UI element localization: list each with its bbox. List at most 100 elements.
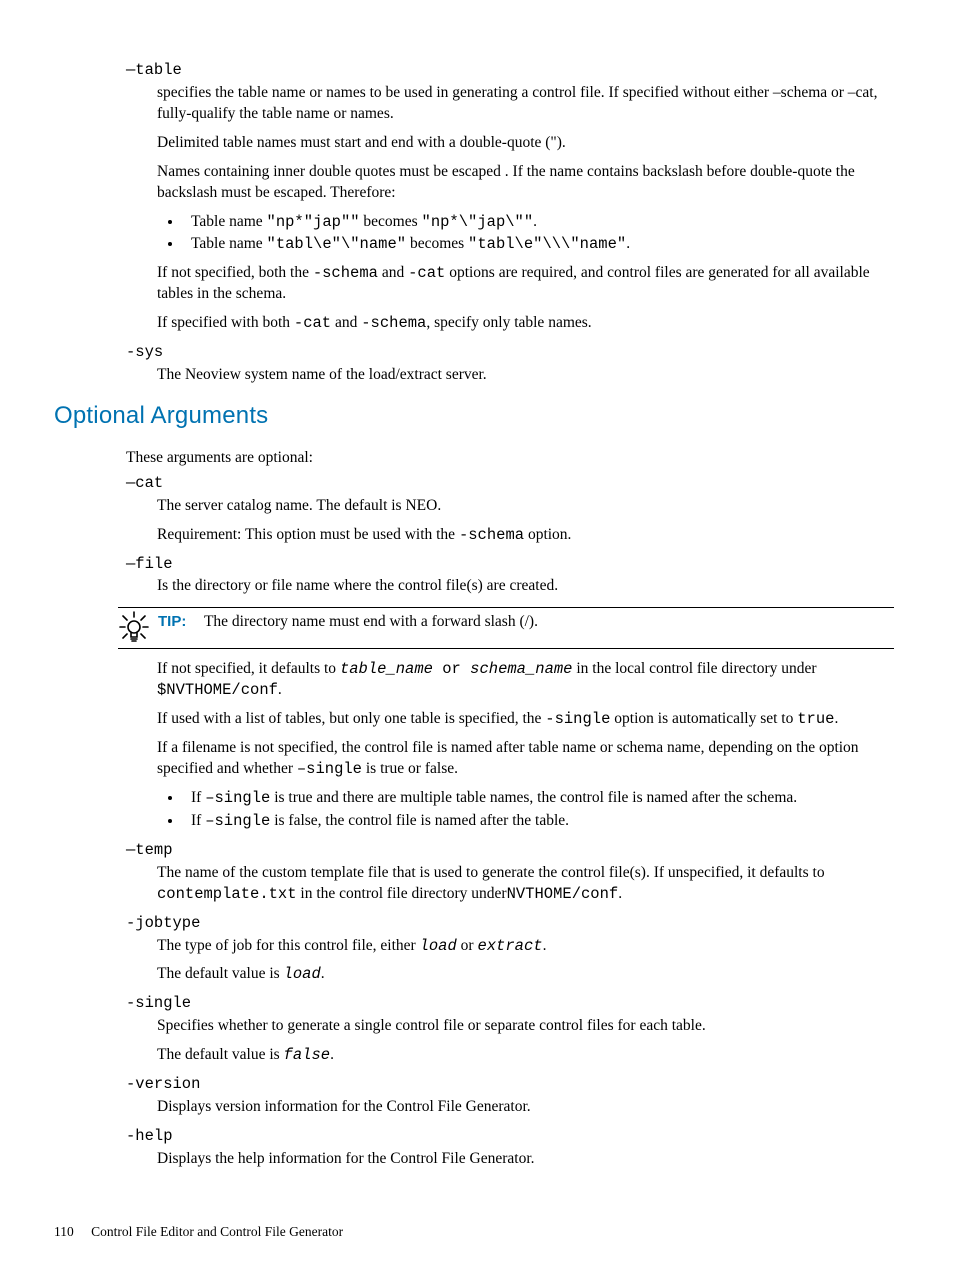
arg-help-desc: Displays the help information for the Co… bbox=[157, 1149, 894, 1170]
list-item: If –single is true and there are multipl… bbox=[183, 788, 894, 809]
code: –single bbox=[205, 812, 270, 830]
code-italic: load bbox=[284, 965, 321, 983]
paragraph: If specified with both -cat and -schema,… bbox=[157, 313, 894, 334]
code-italic: table_name bbox=[340, 660, 433, 678]
paragraph: The server catalog name. The default is … bbox=[157, 496, 894, 517]
text: , specify only table names. bbox=[426, 314, 591, 331]
text: The default value is bbox=[157, 1046, 284, 1063]
text: If bbox=[191, 812, 205, 829]
text: option. bbox=[524, 526, 571, 543]
code: -schema bbox=[313, 264, 378, 282]
paragraph: Is the directory or file name where the … bbox=[157, 576, 894, 597]
code: contemplate.txt bbox=[157, 885, 297, 903]
text: in the control file directory under bbox=[297, 885, 507, 902]
arg-single-name: -single bbox=[126, 993, 894, 1014]
text: Table name bbox=[191, 213, 267, 230]
text: is true and there are multiple table nam… bbox=[270, 789, 797, 806]
arg-file-desc-cont: If not specified, it defaults to table_n… bbox=[157, 659, 894, 831]
text: The type of job for this control file, e… bbox=[157, 937, 420, 954]
arg-temp-name: —temp bbox=[126, 840, 894, 861]
code-italic: false bbox=[284, 1046, 331, 1064]
code: -schema bbox=[361, 314, 426, 332]
arg-temp-desc: The name of the custom template file tha… bbox=[157, 863, 894, 905]
paragraph: Displays the help information for the Co… bbox=[157, 1149, 894, 1170]
paragraph: If used with a list of tables, but only … bbox=[157, 709, 894, 730]
chapter-title: Control File Editor and Control File Gen… bbox=[91, 1224, 343, 1239]
page-footer: 110 Control File Editor and Control File… bbox=[54, 1223, 343, 1241]
text: or bbox=[457, 937, 478, 954]
text: The name of the custom template file tha… bbox=[157, 864, 825, 881]
arg-table-name: —table bbox=[126, 60, 894, 81]
text: is false, the control file is named afte… bbox=[270, 812, 569, 829]
code: -cat bbox=[408, 264, 445, 282]
text: . bbox=[626, 235, 630, 252]
text: option is automatically set to bbox=[610, 710, 797, 727]
text: If a filename is not specified, the cont… bbox=[157, 739, 859, 777]
text: . bbox=[834, 710, 838, 727]
arg-cat-desc: The server catalog name. The default is … bbox=[157, 496, 894, 546]
single-behavior-list: If –single is true and there are multipl… bbox=[157, 788, 894, 832]
text: If specified with both bbox=[157, 314, 294, 331]
code: -schema bbox=[459, 526, 524, 544]
text: If not specified, both the bbox=[157, 264, 313, 281]
text: . bbox=[543, 937, 547, 954]
code: -cat bbox=[294, 314, 331, 332]
text: and bbox=[378, 264, 408, 281]
escape-examples: Table name "np*"jap"" becomes "np*\"jap\… bbox=[157, 212, 894, 256]
list-item: If –single is false, the control file is… bbox=[183, 811, 894, 832]
arg-single-desc: Specifies whether to generate a single c… bbox=[157, 1016, 894, 1066]
text: is true or false. bbox=[362, 760, 458, 777]
code-italic: load bbox=[420, 937, 457, 955]
code: "np*"jap"" bbox=[267, 213, 360, 231]
arg-sys-desc: The Neoview system name of the load/extr… bbox=[157, 365, 894, 386]
paragraph: Names containing inner double quotes mus… bbox=[157, 162, 894, 204]
arg-file-desc: Is the directory or file name where the … bbox=[157, 576, 894, 597]
paragraph: Displays version information for the Con… bbox=[157, 1097, 894, 1118]
page-number: 110 bbox=[54, 1223, 74, 1241]
tip-text: The directory name must end with a forwa… bbox=[204, 613, 538, 630]
lightbulb-icon bbox=[118, 610, 152, 644]
section-heading-optional-arguments: Optional Arguments bbox=[54, 400, 894, 432]
text: The default value is bbox=[157, 965, 284, 982]
list-item: Table name "np*"jap"" becomes "np*\"jap\… bbox=[183, 212, 894, 233]
text: If bbox=[191, 789, 205, 806]
arg-version-name: -version bbox=[126, 1074, 894, 1095]
code: "tabl\e"\"name" bbox=[267, 235, 407, 253]
paragraph: The default value is false. bbox=[157, 1045, 894, 1066]
tip-label: TIP: bbox=[158, 613, 186, 630]
code: "np*\"jap\"" bbox=[422, 213, 534, 231]
code: –single bbox=[297, 760, 362, 778]
paragraph: Delimited table names must start and end… bbox=[157, 133, 894, 154]
tip-content: TIP: The directory name must end with a … bbox=[158, 612, 894, 633]
paragraph: The Neoview system name of the load/extr… bbox=[157, 365, 894, 386]
arg-jobtype-desc: The type of job for this control file, e… bbox=[157, 936, 894, 986]
text: Requirement: This option must be used wi… bbox=[157, 526, 459, 543]
text: in the local control file directory unde… bbox=[573, 660, 817, 677]
code: "tabl\e"\\\"name" bbox=[468, 235, 626, 253]
arg-table-desc: specifies the table name or names to be … bbox=[157, 83, 894, 334]
arg-file-name: —file bbox=[126, 554, 894, 575]
section-intro: These arguments are optional: bbox=[126, 448, 894, 469]
code-italic: extract bbox=[477, 937, 542, 955]
paragraph: The type of job for this control file, e… bbox=[157, 936, 894, 957]
text: Table name bbox=[191, 235, 267, 252]
code: true bbox=[797, 710, 834, 728]
code-italic: schema_name bbox=[470, 660, 572, 678]
arg-help-name: -help bbox=[126, 1126, 894, 1147]
page: —table specifies the table name or names… bbox=[0, 0, 954, 1271]
text: If not specified, it defaults to bbox=[157, 660, 340, 677]
text: . bbox=[278, 681, 282, 698]
text: . bbox=[618, 885, 622, 902]
tip-block: TIP: The directory name must end with a … bbox=[118, 607, 894, 649]
paragraph: Requirement: This option must be used wi… bbox=[157, 525, 894, 546]
code: or bbox=[433, 660, 470, 678]
code: $NVTHOME/conf bbox=[157, 681, 278, 699]
paragraph: If not specified, it defaults to table_n… bbox=[157, 659, 894, 701]
paragraph: specifies the table name or names to be … bbox=[157, 83, 894, 125]
text: If used with a list of tables, but only … bbox=[157, 710, 545, 727]
text: . bbox=[533, 213, 537, 230]
arg-sys-name: -sys bbox=[126, 342, 894, 363]
list-item: Table name "tabl\e"\"name" becomes "tabl… bbox=[183, 234, 894, 255]
text: becomes bbox=[406, 235, 468, 252]
arg-jobtype-name: -jobtype bbox=[126, 913, 894, 934]
